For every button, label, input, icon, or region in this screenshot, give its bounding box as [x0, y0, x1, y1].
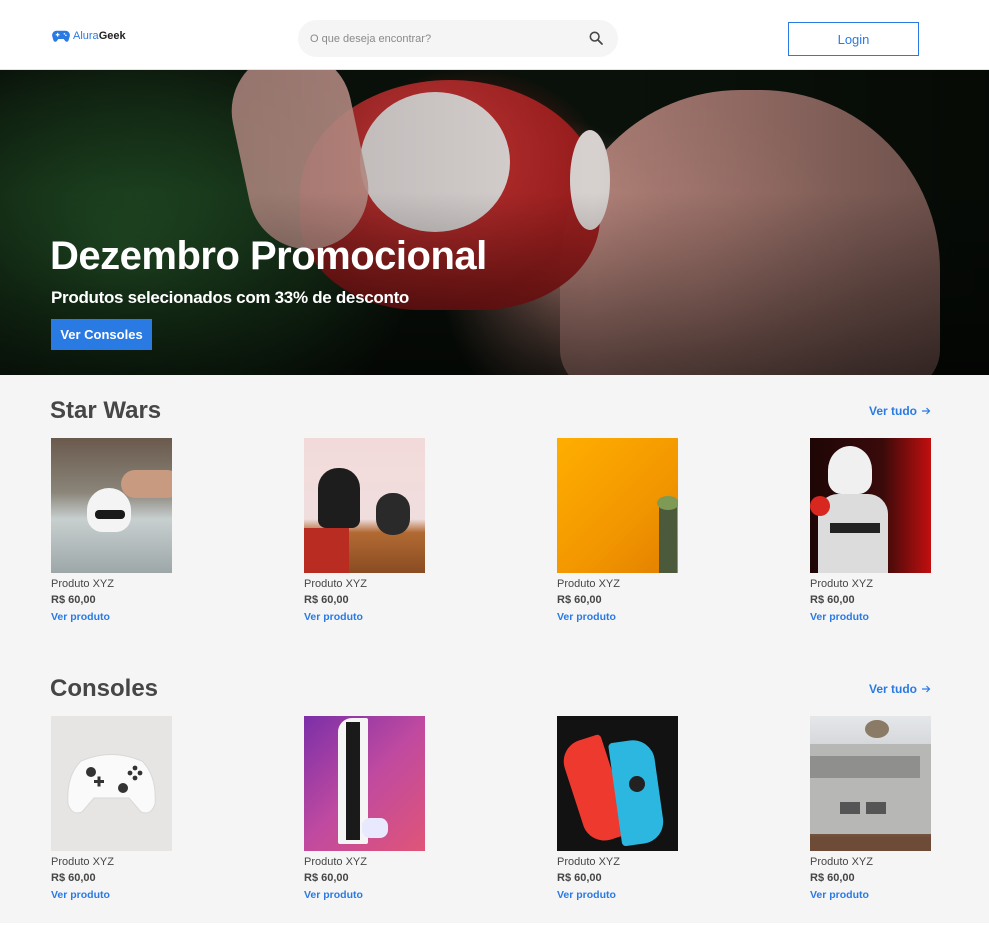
product-sections: Star Wars Ver tudo Produto XYZ R$ 60,00 … [0, 375, 989, 923]
view-product-link[interactable]: Ver produto [810, 889, 932, 901]
product-price: R$ 60,00 [51, 872, 96, 884]
hero-title: Dezembro Promocional [50, 234, 487, 278]
nes-port-shape [866, 802, 886, 814]
arrow-right-icon [922, 685, 931, 693]
product-name: Produto XYZ [304, 856, 367, 868]
hero-subtitle: Produtos selecionados com 33% de descont… [51, 288, 410, 307]
search-icon[interactable] [588, 30, 604, 46]
view-product-link[interactable]: Ver produto [304, 611, 426, 623]
vader-helmet-shape [318, 468, 360, 528]
stand-shape [304, 528, 349, 573]
product-card: Produto XYZ R$ 60,00 Ver produto [810, 716, 932, 901]
product-image[interactable] [51, 716, 172, 851]
view-product-link[interactable]: Ver produto [51, 889, 173, 901]
red-ball-shape [810, 496, 830, 516]
view-product-link[interactable]: Ver produto [557, 889, 679, 901]
nes-port-shape [840, 802, 860, 814]
yoda-figure-shape [659, 500, 677, 573]
view-product-link[interactable]: Ver produto [810, 611, 932, 623]
product-image[interactable] [304, 438, 425, 573]
hero-banner: Dezembro Promocional Produtos selecionad… [0, 70, 989, 375]
product-name: Produto XYZ [810, 856, 873, 868]
product-card: Produto XYZ R$ 60,00 Ver produto [810, 438, 932, 623]
view-product-link[interactable]: Ver produto [304, 889, 426, 901]
product-name: Produto XYZ [304, 578, 367, 590]
product-image[interactable] [557, 438, 678, 573]
header: AluraGeek Login [0, 0, 989, 70]
login-button[interactable]: Login [788, 22, 919, 56]
controller-shape [362, 818, 388, 838]
blurred-object-shape [865, 720, 889, 738]
search-bar [298, 20, 618, 57]
product-image[interactable] [304, 716, 425, 851]
product-card: Produto XYZ R$ 60,00 Ver produto [304, 438, 426, 623]
product-name: Produto XYZ [51, 856, 114, 868]
controller-shape [67, 754, 156, 814]
product-price: R$ 60,00 [304, 872, 349, 884]
pilot-helmet-shape [376, 493, 410, 535]
yoda-head-shape [657, 496, 678, 510]
see-all-label: Ver tudo [868, 682, 917, 696]
helmet-visor [95, 510, 125, 519]
product-image[interactable] [557, 716, 678, 851]
section-title: Consoles [50, 675, 159, 702]
view-product-link[interactable]: Ver produto [51, 611, 173, 623]
logo[interactable]: AluraGeek [52, 29, 126, 43]
view-consoles-button[interactable]: Ver Consoles [51, 319, 152, 350]
blaster-shape [830, 523, 880, 533]
product-image[interactable] [810, 716, 931, 851]
see-all-link[interactable]: Ver tudo [869, 682, 931, 696]
product-image[interactable] [810, 438, 931, 573]
product-image[interactable] [51, 438, 172, 573]
console-core-shape [346, 722, 360, 840]
joystick-shape [629, 776, 645, 792]
product-price: R$ 60,00 [51, 594, 96, 606]
product-price: R$ 60,00 [304, 594, 349, 606]
product-card: Produto XYZ R$ 60,00 Ver produto [51, 438, 173, 623]
product-price: R$ 60,00 [557, 872, 602, 884]
product-card: Produto XYZ R$ 60,00 Ver produto [51, 716, 173, 901]
arrow-right-icon [922, 407, 931, 415]
logo-text: AluraGeek [73, 30, 126, 42]
see-all-label: Ver tudo [868, 404, 917, 418]
product-price: R$ 60,00 [557, 594, 602, 606]
product-name: Produto XYZ [557, 856, 620, 868]
trooper-helmet-shape [828, 446, 872, 494]
product-name: Produto XYZ [557, 578, 620, 590]
search-input[interactable] [310, 30, 580, 48]
product-card: Produto XYZ R$ 60,00 Ver produto [304, 716, 426, 901]
product-card: Produto XYZ R$ 60,00 Ver produto [557, 716, 679, 901]
product-name: Produto XYZ [810, 578, 873, 590]
hand-shape [121, 470, 172, 498]
gamepad-icon [52, 30, 70, 42]
product-price: R$ 60,00 [810, 594, 855, 606]
section-title: Star Wars [50, 397, 162, 424]
nes-label-strip [810, 756, 920, 778]
product-price: R$ 60,00 [810, 872, 855, 884]
product-name: Produto XYZ [51, 578, 114, 590]
product-card: Produto XYZ R$ 60,00 Ver produto [557, 438, 679, 623]
view-product-link[interactable]: Ver produto [557, 611, 679, 623]
see-all-link[interactable]: Ver tudo [869, 404, 931, 418]
